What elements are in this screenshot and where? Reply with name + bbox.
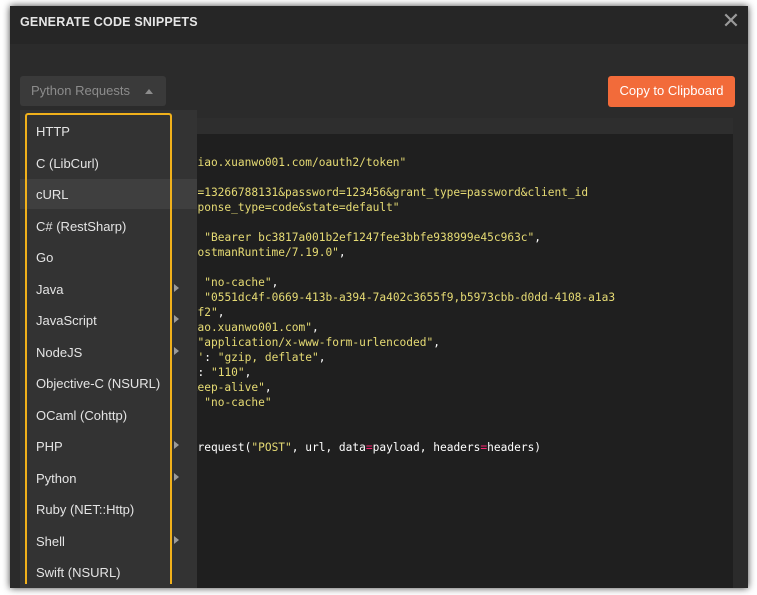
menu-item-shell[interactable]: Shell xyxy=(20,526,197,556)
chevron-right-icon xyxy=(174,472,179,481)
code-token: "POST" xyxy=(251,441,292,454)
code-token: "PostmanRuntime/7.19.0" xyxy=(184,246,339,259)
menu-item-c-libcurl[interactable]: C (LibCurl) xyxy=(20,148,197,178)
menu-item-java[interactable]: Java xyxy=(20,274,197,304)
code-token: , xyxy=(433,336,440,349)
code-token: , xyxy=(318,351,326,364)
code-line: ': "no-cache", xyxy=(184,276,278,289)
menu-item-label: Java xyxy=(36,281,64,297)
menu-item-php[interactable]: PHP xyxy=(20,431,197,461)
menu-item-go[interactable]: Go xyxy=(20,242,197,272)
code-line: esponse_type=code&state=default" xyxy=(184,201,400,214)
menu-item-nodejs[interactable]: NodeJS xyxy=(20,337,197,367)
menu-item-label: Ruby (NET::Http) xyxy=(36,502,135,517)
code-token: "application/x-www-form-urlencoded" xyxy=(197,336,434,349)
code-token: me=13266788131&password=123456&grant_typ… xyxy=(184,186,589,199)
chevron-right-icon xyxy=(174,441,179,449)
menu-item-objective-c-nsurl[interactable]: Objective-C (NSURL) xyxy=(20,368,197,398)
menu-item-label: NodeJS xyxy=(36,344,83,360)
menu-item-label: OCaml (Cohttp) xyxy=(36,407,128,423)
code-token: esponse_type=code&state=default" xyxy=(184,201,400,214)
code-token: : xyxy=(197,366,211,379)
code-line: me=13266788131&password=123456&grant_typ… xyxy=(184,186,588,199)
menu-item-python[interactable]: Python xyxy=(20,463,197,493)
menu-item-label: Shell xyxy=(36,533,65,549)
code-line: gxiao.xuanwo001.com/oauth2/token" xyxy=(184,156,406,169)
caret-up-icon xyxy=(145,89,153,94)
code-token: payload, headers xyxy=(372,441,481,454)
chevron-right-icon xyxy=(174,283,179,292)
code-token: "no-cache" xyxy=(204,396,272,409)
code-token: , xyxy=(311,321,319,334)
menu-item-javascript[interactable]: JavaScript xyxy=(20,305,197,335)
code-token: "gzip, deflate" xyxy=(217,351,319,364)
code-line: : "application/x-www-form-urlencoded", xyxy=(184,336,440,349)
menu-item-label: cURL xyxy=(36,187,69,202)
code-line: "PostmanRuntime/7.19.0", xyxy=(184,246,346,259)
chevron-right-icon xyxy=(174,535,179,544)
close-icon[interactable]: ✕ xyxy=(720,10,742,32)
generate-code-snippets-dialog: GENERATE CODE SNIPPETS ✕ Python Requests… xyxy=(10,6,748,588)
menu-item-swift-nsurl[interactable]: Swift (NSURL) xyxy=(20,557,197,587)
code-line: ': "no-cache" xyxy=(184,396,272,409)
code-token: , xyxy=(217,306,225,319)
menu-item-label: C (LibCurl) xyxy=(36,155,99,171)
code-token: , xyxy=(244,366,252,379)
code-token: "no-cache" xyxy=(204,276,272,289)
code-line: s.request("POST", url, data=payload, hea… xyxy=(184,441,541,454)
code-token: xiao.xuanwo001.com" xyxy=(184,321,312,334)
menu-item-label: Objective-C (NSURL) xyxy=(36,376,161,391)
menu-item-label: C# (RestSharp) xyxy=(36,218,127,234)
dialog-title: GENERATE CODE SNIPPETS xyxy=(20,15,198,29)
code-token: : xyxy=(204,351,218,364)
menu-item-label: JavaScript xyxy=(36,313,97,328)
menu-item-label: HTTP xyxy=(36,124,70,139)
menu-item-http[interactable]: HTTP xyxy=(20,116,197,146)
code-token: = xyxy=(365,441,373,454)
code-token: "Bearer bc3817a001b2ef1247fee3bbfe938999… xyxy=(204,231,535,244)
code-line: xiao.xuanwo001.com", xyxy=(184,321,319,334)
copy-to-clipboard-button[interactable]: Copy to Clipboard xyxy=(608,76,735,107)
language-dropdown-menu: HTTP C (LibCurl) cURL C# (RestSharp) Go Java J… xyxy=(20,110,197,588)
dialog-titlebar: GENERATE CODE SNIPPETS ✕ xyxy=(10,6,748,44)
code-token: , url, data xyxy=(291,441,366,454)
menu-item-curl[interactable]: cURL xyxy=(20,179,197,209)
code-line: "keep-alive", xyxy=(184,381,272,394)
menu-item-label: PHP xyxy=(36,439,63,454)
menu-item-label: Python xyxy=(36,470,77,486)
menu-item-label: Go xyxy=(36,250,54,265)
menu-item-label: Swift (NSURL) xyxy=(36,565,121,580)
menu-item-ocaml-cohttp[interactable]: OCaml (Cohttp) xyxy=(20,400,197,430)
code-token: , xyxy=(338,246,346,259)
menu-item-c-restsharp[interactable]: C# (RestSharp) xyxy=(20,211,197,241)
code-token: "110" xyxy=(210,366,245,379)
language-select[interactable]: Python Requests xyxy=(20,76,166,106)
code-token: gxiao.xuanwo001.com/oauth2/token" xyxy=(184,156,407,169)
language-select-value: Python Requests xyxy=(31,83,131,98)
chevron-right-icon xyxy=(174,346,179,355)
code-token: , xyxy=(534,231,542,244)
code-token: headers) xyxy=(487,441,542,454)
chevron-right-icon xyxy=(174,315,179,323)
code-token: , xyxy=(271,276,279,289)
code-token: "0551dc4f-0669-413b-a394-7a402c3655f9,b5… xyxy=(204,291,616,304)
code-line: ng': "gzip, deflate", xyxy=(184,351,326,364)
code-token: , xyxy=(264,381,272,394)
code-line: ': "0551dc4f-0669-413b-a394-7a402c3655f9… xyxy=(184,291,615,304)
code-line: ': "Bearer bc3817a001b2ef1247fee3bbfe938… xyxy=(184,231,541,244)
menu-item-ruby-net-http[interactable]: Ruby (NET::Http) xyxy=(20,494,197,524)
